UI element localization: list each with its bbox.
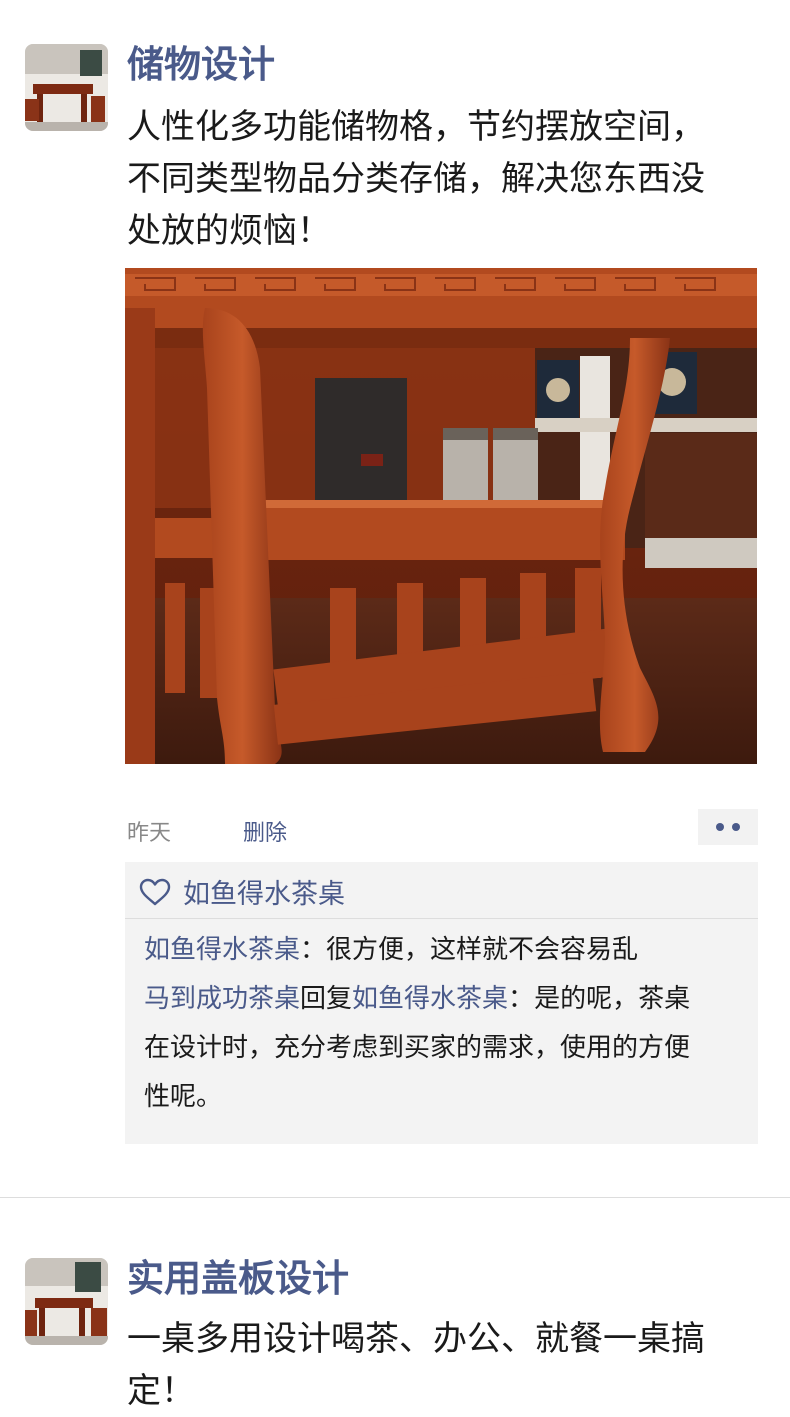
post-photo[interactable] [125, 268, 757, 764]
reply-word: 回复 [300, 984, 353, 1014]
more-dots-icon[interactable] [698, 809, 758, 845]
post-author[interactable]: 实用盖板设计 [127, 1254, 349, 1304]
comment-author[interactable]: 如鱼得水茶桌 [144, 935, 300, 965]
heart-icon [139, 878, 171, 910]
post-text: 一桌多用设计喝茶、办公、就餐一桌搞 定！ [127, 1313, 757, 1417]
dot [732, 823, 740, 831]
post-text-line: 不同类型物品分类存储，解决您东西没 [127, 159, 705, 199]
like-row: 如鱼得水茶桌 [125, 862, 758, 919]
dot [716, 823, 724, 831]
post-text-line: 人性化多功能储物格，节约摆放空间， [127, 107, 705, 147]
avatar[interactable] [25, 44, 108, 131]
comment-separator: ： [300, 935, 327, 965]
comment-first-line: 马到成功茶桌回复如鱼得水茶桌：是的呢，茶桌 [144, 975, 744, 1024]
divider [0, 1197, 790, 1198]
comment-separator: ： [508, 984, 535, 1014]
post-time: 昨天 [127, 821, 172, 846]
avatar[interactable] [25, 1258, 108, 1345]
comment-author[interactable]: 马到成功茶桌 [144, 984, 300, 1014]
post-text-line: 处放的烦恼！ [127, 211, 331, 251]
post-text-line: 一桌多用设计喝茶、办公、就餐一桌搞 [127, 1319, 705, 1359]
comment-text-line: 在设计时，充分考虑到买家的需求，使用的方便 [144, 1033, 691, 1063]
liker-name[interactable]: 如鱼得水茶桌 [183, 872, 345, 911]
post-author[interactable]: 储物设计 [127, 40, 275, 90]
reply-to-name[interactable]: 如鱼得水茶桌 [352, 984, 508, 1014]
comment[interactable]: 如鱼得水茶桌：很方便，这样就不会容易乱 [144, 926, 744, 975]
comment[interactable]: 马到成功茶桌回复如鱼得水茶桌：是的呢，茶桌 在设计时，充分考虑到买家的需求，使用… [144, 975, 744, 1122]
post-text: 人性化多功能储物格，节约摆放空间， 不同类型物品分类存储，解决您东西没 处放的烦… [127, 101, 757, 257]
comment-text-line: 性呢。 [144, 1082, 223, 1112]
comment-box: 如鱼得水茶桌 如鱼得水茶桌：很方便，这样就不会容易乱 马到成功茶桌回复如鱼得水茶… [125, 862, 758, 1144]
delete-link[interactable]: 删除 [243, 815, 287, 847]
comment-text: 是的呢，茶桌 [534, 984, 691, 1014]
post-text-line: 定！ [127, 1371, 195, 1411]
comment-text: 很方便，这样就不会容易乱 [326, 935, 639, 965]
